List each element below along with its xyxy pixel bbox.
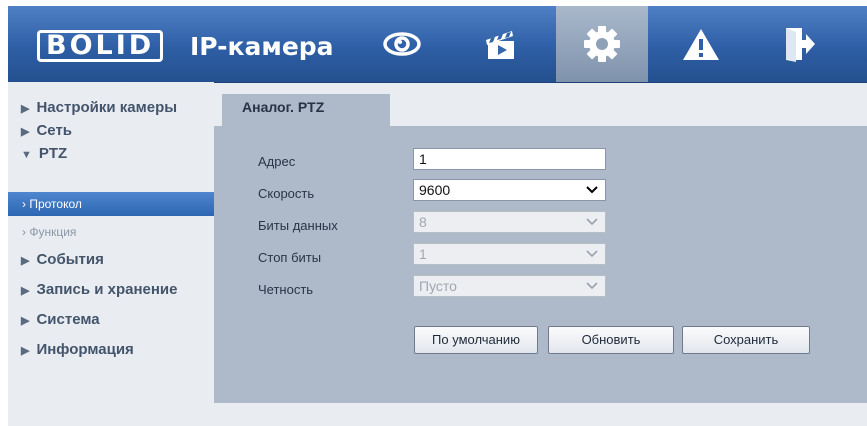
speed-select[interactable]: 9600 <box>413 179 606 201</box>
settings-panel: Аналог. PTZ Адрес 1 Скорость 9600 Биты д… <box>214 88 867 403</box>
stop-bits-select[interactable]: 1 <box>413 243 606 265</box>
gear-icon <box>584 26 620 62</box>
clapperboard-icon <box>486 31 514 59</box>
parity-label: Четность <box>258 282 314 297</box>
bolid-logo: BOLID <box>37 30 164 62</box>
sidebar-item-network[interactable]: ▶ Сеть <box>8 119 214 143</box>
stop-bits-label: Стоп биты <box>258 250 322 265</box>
triangle-down-icon: ▼ <box>21 149 32 161</box>
triangle-right-icon: ▶ <box>21 315 30 327</box>
triangle-right-icon: ▶ <box>21 255 30 267</box>
chevron-down-icon <box>586 186 598 194</box>
tab-analog-ptz[interactable]: Аналог. PTZ <box>222 94 390 126</box>
chevron-down-icon <box>586 282 598 290</box>
sidebar-item-camera-settings[interactable]: ▶ Настройки камеры <box>8 96 214 120</box>
playback-button[interactable] <box>454 6 546 82</box>
data-bits-select[interactable]: 8 <box>413 211 606 233</box>
top-header: BOLID IP-камера <box>8 6 867 83</box>
sidebar-item-storage[interactable]: ▶ Запись и хранение <box>8 278 214 302</box>
chevron-down-icon <box>586 250 598 258</box>
sidebar-item-ptz[interactable]: ▼ PTZ <box>8 142 214 166</box>
data-bits-label: Биты данных <box>258 218 338 233</box>
chevron-right-icon: › <box>22 225 26 239</box>
app-frame: BOLID IP-камера ▶ Настройки камеры ▶ Сет… <box>8 6 867 426</box>
product-title: IP-камера <box>190 32 334 61</box>
live-view-button[interactable] <box>356 6 448 82</box>
triangle-right-icon: ▶ <box>21 103 30 115</box>
eye-icon <box>383 32 421 56</box>
parity-select[interactable]: Пусто <box>413 275 606 297</box>
sidebar-item-info[interactable]: ▶ Информация <box>8 338 214 362</box>
triangle-right-icon: ▶ <box>21 285 30 297</box>
address-input[interactable]: 1 <box>413 148 606 170</box>
tab-bar: Аналог. PTZ <box>214 88 867 126</box>
sidebar-subitem-protocol[interactable]: › Протокол <box>8 192 214 216</box>
sidebar: ▶ Настройки камеры ▶ Сеть ▼ PTZ › Протокол … <box>8 82 214 426</box>
refresh-button[interactable]: Обновить <box>548 326 674 354</box>
sidebar-subitem-function[interactable]: › Функция <box>8 220 214 244</box>
chevron-right-icon: › <box>22 197 26 211</box>
sidebar-item-system[interactable]: ▶ Система <box>8 308 214 332</box>
speed-label: Скорость <box>258 186 315 201</box>
sidebar-item-events[interactable]: ▶ События <box>8 248 214 272</box>
triangle-right-icon: ▶ <box>21 345 30 357</box>
default-button[interactable]: По умолчанию <box>414 326 538 354</box>
logout-button[interactable] <box>753 6 845 82</box>
chevron-down-icon <box>586 218 598 226</box>
warning-icon <box>683 29 719 60</box>
alarm-button[interactable] <box>655 6 747 82</box>
triangle-right-icon: ▶ <box>21 126 30 138</box>
address-label: Адрес <box>258 154 296 169</box>
settings-button[interactable] <box>556 6 648 82</box>
save-button[interactable]: Сохранить <box>682 326 810 354</box>
logout-icon <box>786 28 815 62</box>
